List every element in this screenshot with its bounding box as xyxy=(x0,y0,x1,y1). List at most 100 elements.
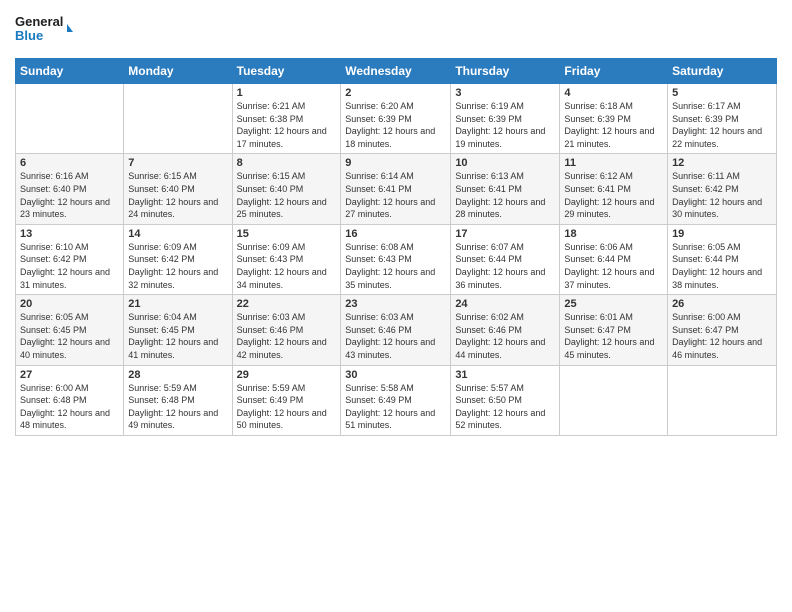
day-number: 18 xyxy=(564,228,663,240)
calendar-cell: 3Sunrise: 6:19 AM Sunset: 6:39 PM Daylig… xyxy=(451,84,560,154)
day-number: 7 xyxy=(128,157,227,169)
calendar-cell: 22Sunrise: 6:03 AM Sunset: 6:46 PM Dayli… xyxy=(232,295,341,365)
calendar-cell: 9Sunrise: 6:14 AM Sunset: 6:41 PM Daylig… xyxy=(341,154,451,224)
calendar-cell: 30Sunrise: 5:58 AM Sunset: 6:49 PM Dayli… xyxy=(341,365,451,435)
calendar-cell: 8Sunrise: 6:15 AM Sunset: 6:40 PM Daylig… xyxy=(232,154,341,224)
calendar-cell: 14Sunrise: 6:09 AM Sunset: 6:42 PM Dayli… xyxy=(124,224,232,294)
day-number: 5 xyxy=(672,87,772,99)
calendar-cell: 19Sunrise: 6:05 AM Sunset: 6:44 PM Dayli… xyxy=(668,224,777,294)
calendar-cell xyxy=(124,84,232,154)
day-number: 2 xyxy=(345,87,446,99)
calendar-week-1: 1Sunrise: 6:21 AM Sunset: 6:38 PM Daylig… xyxy=(16,84,777,154)
day-number: 31 xyxy=(455,369,555,381)
weekday-header-friday: Friday xyxy=(560,59,668,84)
day-number: 14 xyxy=(128,228,227,240)
calendar-cell: 25Sunrise: 6:01 AM Sunset: 6:47 PM Dayli… xyxy=(560,295,668,365)
day-number: 22 xyxy=(237,298,337,310)
day-info: Sunrise: 6:07 AM Sunset: 6:44 PM Dayligh… xyxy=(455,241,555,291)
calendar-table: SundayMondayTuesdayWednesdayThursdayFrid… xyxy=(15,58,777,436)
weekday-header-sunday: Sunday xyxy=(16,59,124,84)
day-info: Sunrise: 6:04 AM Sunset: 6:45 PM Dayligh… xyxy=(128,311,227,361)
day-info: Sunrise: 6:05 AM Sunset: 6:44 PM Dayligh… xyxy=(672,241,772,291)
day-info: Sunrise: 6:09 AM Sunset: 6:43 PM Dayligh… xyxy=(237,241,337,291)
calendar-week-5: 27Sunrise: 6:00 AM Sunset: 6:48 PM Dayli… xyxy=(16,365,777,435)
day-number: 26 xyxy=(672,298,772,310)
day-info: Sunrise: 5:59 AM Sunset: 6:49 PM Dayligh… xyxy=(237,382,337,432)
weekday-header-monday: Monday xyxy=(124,59,232,84)
day-info: Sunrise: 6:21 AM Sunset: 6:38 PM Dayligh… xyxy=(237,100,337,150)
calendar-cell: 6Sunrise: 6:16 AM Sunset: 6:40 PM Daylig… xyxy=(16,154,124,224)
day-info: Sunrise: 5:58 AM Sunset: 6:49 PM Dayligh… xyxy=(345,382,446,432)
day-info: Sunrise: 6:19 AM Sunset: 6:39 PM Dayligh… xyxy=(455,100,555,150)
logo-svg: General Blue xyxy=(15,10,75,50)
day-number: 10 xyxy=(455,157,555,169)
calendar-cell: 31Sunrise: 5:57 AM Sunset: 6:50 PM Dayli… xyxy=(451,365,560,435)
day-info: Sunrise: 6:03 AM Sunset: 6:46 PM Dayligh… xyxy=(237,311,337,361)
calendar-cell: 2Sunrise: 6:20 AM Sunset: 6:39 PM Daylig… xyxy=(341,84,451,154)
day-info: Sunrise: 6:02 AM Sunset: 6:46 PM Dayligh… xyxy=(455,311,555,361)
day-info: Sunrise: 6:08 AM Sunset: 6:43 PM Dayligh… xyxy=(345,241,446,291)
day-number: 12 xyxy=(672,157,772,169)
calendar-cell: 27Sunrise: 6:00 AM Sunset: 6:48 PM Dayli… xyxy=(16,365,124,435)
day-number: 19 xyxy=(672,228,772,240)
calendar-cell: 16Sunrise: 6:08 AM Sunset: 6:43 PM Dayli… xyxy=(341,224,451,294)
day-number: 24 xyxy=(455,298,555,310)
calendar-cell: 24Sunrise: 6:02 AM Sunset: 6:46 PM Dayli… xyxy=(451,295,560,365)
day-number: 1 xyxy=(237,87,337,99)
weekday-header-wednesday: Wednesday xyxy=(341,59,451,84)
day-number: 17 xyxy=(455,228,555,240)
calendar-cell xyxy=(16,84,124,154)
day-info: Sunrise: 6:14 AM Sunset: 6:41 PM Dayligh… xyxy=(345,170,446,220)
calendar-cell: 4Sunrise: 6:18 AM Sunset: 6:39 PM Daylig… xyxy=(560,84,668,154)
calendar-cell: 1Sunrise: 6:21 AM Sunset: 6:38 PM Daylig… xyxy=(232,84,341,154)
page-header: General Blue xyxy=(15,10,777,50)
day-info: Sunrise: 6:15 AM Sunset: 6:40 PM Dayligh… xyxy=(237,170,337,220)
day-number: 20 xyxy=(20,298,119,310)
calendar-cell: 11Sunrise: 6:12 AM Sunset: 6:41 PM Dayli… xyxy=(560,154,668,224)
day-info: Sunrise: 6:01 AM Sunset: 6:47 PM Dayligh… xyxy=(564,311,663,361)
weekday-header-saturday: Saturday xyxy=(668,59,777,84)
day-number: 25 xyxy=(564,298,663,310)
day-info: Sunrise: 6:16 AM Sunset: 6:40 PM Dayligh… xyxy=(20,170,119,220)
calendar-cell: 23Sunrise: 6:03 AM Sunset: 6:46 PM Dayli… xyxy=(341,295,451,365)
day-info: Sunrise: 6:09 AM Sunset: 6:42 PM Dayligh… xyxy=(128,241,227,291)
day-info: Sunrise: 6:05 AM Sunset: 6:45 PM Dayligh… xyxy=(20,311,119,361)
day-info: Sunrise: 6:20 AM Sunset: 6:39 PM Dayligh… xyxy=(345,100,446,150)
day-info: Sunrise: 6:06 AM Sunset: 6:44 PM Dayligh… xyxy=(564,241,663,291)
day-info: Sunrise: 6:03 AM Sunset: 6:46 PM Dayligh… xyxy=(345,311,446,361)
calendar-cell: 18Sunrise: 6:06 AM Sunset: 6:44 PM Dayli… xyxy=(560,224,668,294)
day-info: Sunrise: 5:59 AM Sunset: 6:48 PM Dayligh… xyxy=(128,382,227,432)
day-info: Sunrise: 6:15 AM Sunset: 6:40 PM Dayligh… xyxy=(128,170,227,220)
weekday-header-tuesday: Tuesday xyxy=(232,59,341,84)
day-number: 11 xyxy=(564,157,663,169)
day-number: 27 xyxy=(20,369,119,381)
day-info: Sunrise: 6:17 AM Sunset: 6:39 PM Dayligh… xyxy=(672,100,772,150)
day-number: 8 xyxy=(237,157,337,169)
day-number: 15 xyxy=(237,228,337,240)
calendar-cell: 12Sunrise: 6:11 AM Sunset: 6:42 PM Dayli… xyxy=(668,154,777,224)
day-number: 16 xyxy=(345,228,446,240)
svg-text:Blue: Blue xyxy=(15,28,43,43)
calendar-cell: 28Sunrise: 5:59 AM Sunset: 6:48 PM Dayli… xyxy=(124,365,232,435)
day-number: 3 xyxy=(455,87,555,99)
svg-text:General: General xyxy=(15,14,63,29)
calendar-cell: 29Sunrise: 5:59 AM Sunset: 6:49 PM Dayli… xyxy=(232,365,341,435)
day-number: 23 xyxy=(345,298,446,310)
calendar-cell: 5Sunrise: 6:17 AM Sunset: 6:39 PM Daylig… xyxy=(668,84,777,154)
calendar-cell: 15Sunrise: 6:09 AM Sunset: 6:43 PM Dayli… xyxy=(232,224,341,294)
day-info: Sunrise: 6:11 AM Sunset: 6:42 PM Dayligh… xyxy=(672,170,772,220)
calendar-week-4: 20Sunrise: 6:05 AM Sunset: 6:45 PM Dayli… xyxy=(16,295,777,365)
day-number: 21 xyxy=(128,298,227,310)
calendar-week-3: 13Sunrise: 6:10 AM Sunset: 6:42 PM Dayli… xyxy=(16,224,777,294)
calendar-cell: 21Sunrise: 6:04 AM Sunset: 6:45 PM Dayli… xyxy=(124,295,232,365)
day-info: Sunrise: 6:18 AM Sunset: 6:39 PM Dayligh… xyxy=(564,100,663,150)
weekday-header-row: SundayMondayTuesdayWednesdayThursdayFrid… xyxy=(16,59,777,84)
calendar-week-2: 6Sunrise: 6:16 AM Sunset: 6:40 PM Daylig… xyxy=(16,154,777,224)
calendar-cell xyxy=(668,365,777,435)
day-number: 28 xyxy=(128,369,227,381)
calendar-cell: 26Sunrise: 6:00 AM Sunset: 6:47 PM Dayli… xyxy=(668,295,777,365)
calendar-cell: 17Sunrise: 6:07 AM Sunset: 6:44 PM Dayli… xyxy=(451,224,560,294)
day-info: Sunrise: 6:12 AM Sunset: 6:41 PM Dayligh… xyxy=(564,170,663,220)
day-info: Sunrise: 6:10 AM Sunset: 6:42 PM Dayligh… xyxy=(20,241,119,291)
logo: General Blue xyxy=(15,10,75,50)
